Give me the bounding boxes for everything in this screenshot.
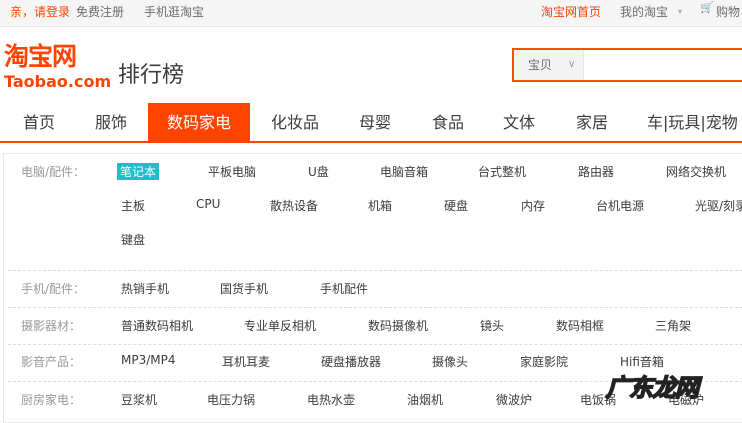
register-link[interactable]: 免费注册: [76, 3, 124, 20]
category-item[interactable]: 平板电脑: [208, 163, 256, 180]
category-item[interactable]: 家庭影院: [520, 353, 568, 370]
category-item[interactable]: 散热设备: [270, 197, 318, 214]
tab-auto-toys-pets[interactable]: 车|玩具|宠物: [647, 103, 738, 141]
category-item[interactable]: 热销手机: [121, 280, 169, 297]
login-link[interactable]: 亲，请登录: [10, 3, 70, 20]
tab-apparel[interactable]: 服饰: [95, 103, 127, 141]
tab-cosmetics[interactable]: 化妆品: [271, 103, 319, 141]
category-item[interactable]: 网络交换机: [666, 163, 726, 180]
category-label: 电脑/配件：: [21, 165, 86, 179]
tab-food[interactable]: 食品: [432, 103, 464, 141]
search-input[interactable]: [585, 50, 742, 80]
search-scope-select[interactable]: 宝贝 ∨: [514, 50, 584, 80]
category-item[interactable]: 台式整机: [478, 163, 526, 180]
category-item[interactable]: 国货手机: [220, 280, 268, 297]
category-item[interactable]: 内存: [521, 197, 545, 214]
my-taobao-link[interactable]: 我的淘宝: [620, 3, 668, 20]
category-item[interactable]: 硬盘: [444, 197, 468, 214]
divider: [8, 270, 742, 271]
tab-home[interactable]: 首页: [23, 103, 55, 141]
category-item[interactable]: 三角架: [655, 317, 691, 334]
category-item[interactable]: 电热水壶: [307, 391, 355, 408]
category-item[interactable]: 手机配件: [320, 280, 368, 297]
category-item[interactable]: 普通数码相机: [121, 317, 193, 334]
category-item[interactable]: 主板: [121, 197, 145, 214]
category-item[interactable]: 机箱: [368, 197, 392, 214]
category-item[interactable]: MP3/MP4: [121, 353, 176, 367]
category-item[interactable]: 数码摄像机: [368, 317, 428, 334]
divider: [8, 307, 742, 308]
category-item[interactable]: 油烟机: [407, 391, 443, 408]
top-bar: 亲，请登录 免费注册 手机逛淘宝 淘宝网首页 我的淘宝 ▾ 🛒 购物: [0, 0, 742, 27]
category-item[interactable]: 笔记本: [117, 163, 160, 180]
page-title: 排行榜: [118, 63, 185, 88]
category-item[interactable]: U盘: [308, 163, 329, 180]
tab-baby[interactable]: 母婴: [359, 103, 391, 141]
category-nav: 首页 服饰 数码家电 化妆品 母婴 食品 文体 家居 车|玩具|宠物: [0, 103, 742, 143]
divider: [8, 344, 742, 345]
logo-en: Taobao.com: [4, 72, 112, 91]
cart-link[interactable]: 购物: [716, 3, 740, 20]
tab-home-living[interactable]: 家居: [576, 103, 608, 141]
category-label: 手机/配件：: [21, 282, 86, 296]
tab-sports[interactable]: 文体: [503, 103, 535, 141]
category-item[interactable]: 豆浆机: [121, 391, 157, 408]
search-scope-label: 宝贝: [528, 58, 553, 72]
category-item[interactable]: 镜头: [480, 317, 504, 334]
category-item[interactable]: 电脑音箱: [380, 163, 428, 180]
mobile-link[interactable]: 手机逛淘宝: [144, 3, 204, 20]
category-item[interactable]: 键盘: [121, 231, 145, 248]
category-item[interactable]: 耳机耳麦: [222, 353, 270, 370]
category-item[interactable]: CPU: [196, 197, 220, 211]
category-item[interactable]: 路由器: [578, 163, 614, 180]
home-link[interactable]: 淘宝网首页: [541, 3, 601, 20]
category-item[interactable]: 电压力锅: [207, 391, 255, 408]
taobao-logo[interactable]: 淘宝网 Taobao.com: [4, 42, 111, 91]
category-label: 摄影器材：: [21, 319, 82, 333]
category-item[interactable]: 专业单反相机: [244, 317, 316, 334]
category-item[interactable]: 光驱/刻录: [695, 197, 742, 214]
category-item[interactable]: 摄像头: [432, 353, 468, 370]
chevron-down-icon: ∨: [568, 59, 576, 70]
category-label: 影音产品：: [21, 355, 82, 369]
watermark: 广东龙网: [605, 373, 700, 403]
chevron-down-icon: ▾: [678, 7, 683, 16]
tab-digital[interactable]: 数码家电: [148, 103, 251, 141]
cart-icon: 🛒: [700, 1, 714, 14]
category-item[interactable]: 微波炉: [496, 391, 532, 408]
search-box: 宝贝 ∨: [512, 48, 742, 82]
logo-cn: 淘宝网: [4, 42, 77, 71]
category-item[interactable]: 数码相框: [556, 317, 604, 334]
category-item[interactable]: 硬盘播放器: [321, 353, 381, 370]
category-item[interactable]: 台机电源: [596, 197, 644, 214]
category-label: 厨房家电：: [21, 393, 82, 407]
